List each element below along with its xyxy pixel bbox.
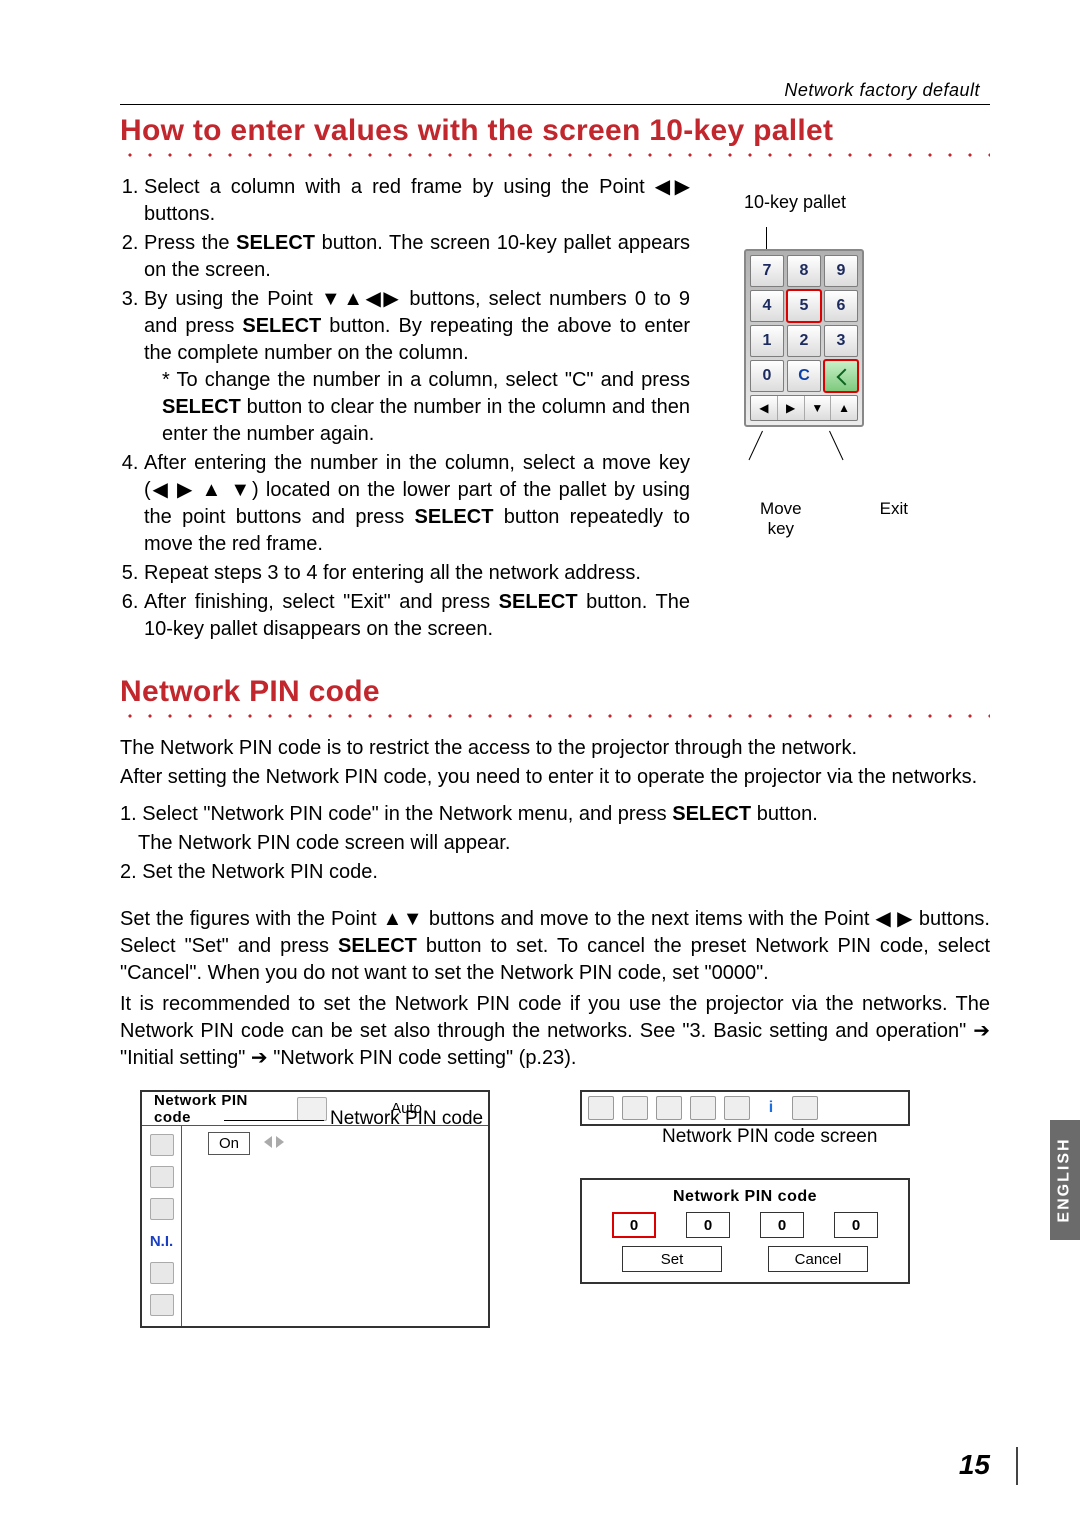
- pin-screen: Network PIN code 0 0 0 0 Set Cancel: [580, 1178, 910, 1284]
- pin-step-1: 1. Select "Network PIN code" in the Netw…: [120, 801, 990, 828]
- pin-set-button: Set: [622, 1246, 722, 1272]
- tb-icon-7: [792, 1096, 818, 1120]
- header-rule: [120, 104, 990, 105]
- menu-icon: [297, 1097, 327, 1121]
- tb-icon-info: i: [758, 1096, 784, 1120]
- key-0: 0: [750, 360, 784, 392]
- running-header: Network factory default: [784, 80, 980, 101]
- menu-icon-1: [150, 1134, 174, 1156]
- tb-icon-3: [656, 1096, 682, 1120]
- move-key-label: Move key: [746, 499, 816, 539]
- ten-key-pallet: 789 456 123 0C ◀ ▶ ▼ ▲: [744, 249, 864, 427]
- pin-steps: 1. Select "Network PIN code" in the Netw…: [120, 801, 990, 886]
- key-5: 5: [787, 290, 821, 322]
- step-3: By using the Point ▼▲◀▶ buttons, select …: [144, 286, 690, 448]
- key-1: 1: [750, 325, 784, 357]
- menu-icon-6: [150, 1294, 174, 1316]
- menu-on-field: On: [208, 1132, 250, 1155]
- pin-step-1b: The Network PIN code screen will appear.: [120, 830, 990, 857]
- pin-screen-title: Network PIN code: [592, 1188, 898, 1206]
- footer-rule: [1016, 1447, 1018, 1485]
- menu-callout: Network PIN code: [330, 1108, 483, 1130]
- pin-digit-2: 0: [686, 1212, 730, 1238]
- pin-digit-3: 0: [760, 1212, 804, 1238]
- step-5: Repeat steps 3 to 4 for entering all the…: [144, 560, 690, 587]
- step-3-note: * To change the number in a column, sele…: [162, 367, 690, 448]
- menu-icon-2: [150, 1166, 174, 1188]
- pin-intro-2: After setting the Network PIN code, you …: [120, 764, 990, 791]
- dotted-rule: [120, 150, 990, 160]
- move-down-icon: ▼: [805, 396, 832, 420]
- pallet-label: 10-key pallet: [718, 192, 908, 213]
- pin-para-2: It is recommended to set the Network PIN…: [120, 991, 990, 1072]
- heading-10key: How to enter values with the screen 10-k…: [120, 114, 990, 148]
- pin-screen-label: Network PIN code screen: [662, 1126, 990, 1148]
- callout-line: [224, 1120, 324, 1121]
- exit-label: Exit: [880, 499, 908, 539]
- pin-para-1: Set the figures with the Point ▲▼ button…: [120, 906, 990, 987]
- left-arrow-icon: [264, 1136, 272, 1148]
- tb-icon-2: [622, 1096, 648, 1120]
- toolbar: i: [580, 1090, 910, 1126]
- key-4: 4: [750, 290, 784, 322]
- move-up-icon: ▲: [831, 396, 857, 420]
- step-1: Select a column with a red frame by usin…: [144, 174, 690, 228]
- step-4: After entering the number in the column,…: [144, 450, 690, 558]
- pin-digit-4: 0: [834, 1212, 878, 1238]
- tb-icon-4: [690, 1096, 716, 1120]
- key-3: 3: [824, 325, 858, 357]
- steps-list: Select a column with a red frame by usin…: [120, 174, 690, 643]
- move-left-icon: ◀: [751, 396, 778, 420]
- pin-cancel-button: Cancel: [768, 1246, 868, 1272]
- right-arrow-icon: [276, 1136, 284, 1148]
- heading-pin: Network PIN code: [120, 675, 990, 709]
- step-2: Press the SELECT button. The screen 10-k…: [144, 230, 690, 284]
- tb-icon-5: [724, 1096, 750, 1120]
- move-right-icon: ▶: [778, 396, 805, 420]
- menu-icon-5: [150, 1262, 174, 1284]
- menu-icon-ni: N.I.: [150, 1230, 174, 1252]
- pin-step-2: 2. Set the Network PIN code.: [120, 859, 990, 886]
- pin-intro-1: The Network PIN code is to restrict the …: [120, 735, 990, 762]
- key-6: 6: [824, 290, 858, 322]
- key-7: 7: [750, 255, 784, 287]
- pin-digit-1: 0: [612, 1212, 656, 1238]
- key-2: 2: [787, 325, 821, 357]
- move-key-row: ◀ ▶ ▼ ▲: [750, 395, 858, 421]
- key-8: 8: [787, 255, 821, 287]
- key-c: C: [787, 360, 821, 392]
- step-6: After finishing, select "Exit" and press…: [144, 589, 690, 643]
- dotted-rule-2: [120, 711, 990, 721]
- menu-icon-3: [150, 1198, 174, 1220]
- tb-icon-1: [588, 1096, 614, 1120]
- key-exit: [824, 360, 858, 392]
- key-9: 9: [824, 255, 858, 287]
- language-tab: ENGLISH: [1050, 1120, 1080, 1240]
- page-number: 15: [959, 1449, 990, 1481]
